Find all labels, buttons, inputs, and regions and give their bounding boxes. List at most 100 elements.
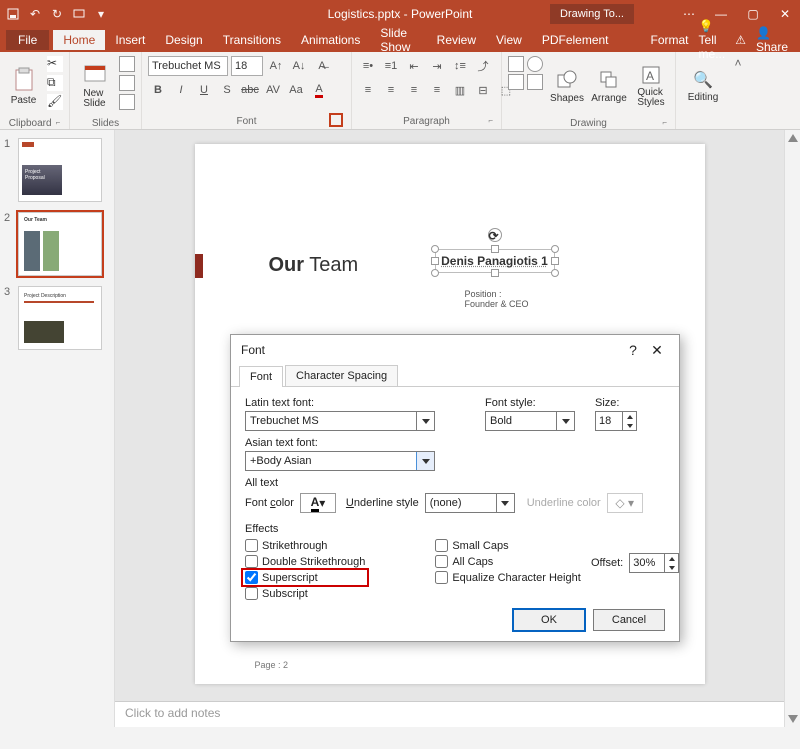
italic-button[interactable]: I	[171, 80, 191, 100]
notes-pane[interactable]: Click to add notes	[115, 701, 784, 727]
columns-icon[interactable]: ▥	[450, 80, 470, 100]
ribbon-display-options-icon[interactable]: ⋯	[680, 7, 698, 21]
latin-font-combo[interactable]: Trebuchet MS	[245, 411, 435, 431]
all-caps-checkbox[interactable]: All Caps	[435, 555, 580, 568]
shape-arrow-icon[interactable]	[527, 74, 543, 90]
dialog-help-button[interactable]: ?	[621, 342, 645, 358]
increase-font-icon[interactable]: A↑	[266, 56, 286, 76]
line-spacing-icon[interactable]: ↕≡	[450, 56, 470, 76]
superscript-checkbox[interactable]: Superscript	[245, 571, 365, 584]
slide-thumbnail-3[interactable]: Project Description	[18, 286, 102, 350]
text-shadow-button[interactable]: S	[217, 80, 237, 100]
resize-handle[interactable]	[431, 245, 439, 253]
arrange-button[interactable]: Arrange	[591, 56, 627, 116]
decrease-indent-icon[interactable]: ⇤	[404, 56, 424, 76]
tab-animations[interactable]: Animations	[291, 30, 370, 50]
ok-button[interactable]: OK	[513, 609, 585, 631]
chevron-down-icon[interactable]	[416, 412, 434, 430]
shape-line-icon[interactable]	[508, 74, 524, 90]
strikethrough-checkbox[interactable]: Strikethrough	[245, 539, 365, 552]
tab-file[interactable]: File	[6, 30, 49, 50]
align-text-icon[interactable]: ⊟	[473, 80, 493, 100]
strikethrough-button[interactable]: abc	[240, 80, 260, 100]
tab-insert[interactable]: Insert	[105, 30, 155, 50]
layout-icon[interactable]	[119, 56, 135, 72]
double-strikethrough-checkbox[interactable]: Double Strikethrough	[245, 555, 365, 568]
cut-icon[interactable]: ✂	[47, 56, 63, 72]
save-icon[interactable]	[6, 7, 20, 21]
chevron-down-icon[interactable]	[496, 494, 514, 512]
slide-thumbnail-1[interactable]: ProjectProposal	[18, 138, 102, 202]
tab-design[interactable]: Design	[155, 30, 212, 50]
format-painter-icon[interactable]: 🖌	[47, 94, 63, 110]
asian-font-combo[interactable]: +Body Asian	[245, 451, 435, 471]
editing-button[interactable]: 🔍Editing	[682, 56, 724, 116]
warning-icon[interactable]: ⚠	[735, 33, 746, 47]
underline-button[interactable]: U	[194, 80, 214, 100]
new-slide-button[interactable]: New Slide	[76, 56, 113, 116]
increase-indent-icon[interactable]: ⇥	[427, 56, 447, 76]
tab-view[interactable]: View	[486, 30, 532, 50]
text-direction-icon[interactable]: ⤴	[473, 56, 493, 76]
reset-icon[interactable]	[119, 75, 135, 91]
tab-transitions[interactable]: Transitions	[213, 30, 291, 50]
small-caps-checkbox[interactable]: Small Caps	[435, 539, 580, 552]
font-dialog-launcher-icon[interactable]	[329, 113, 343, 127]
align-left-icon[interactable]: ≡	[358, 80, 378, 100]
shape-rect-icon[interactable]	[508, 56, 524, 72]
slide-thumbnail-pane[interactable]: 1 ProjectProposal 2 Our Team 3 Project D…	[0, 130, 115, 727]
font-style-combo[interactable]: Bold	[485, 411, 575, 431]
offset-spinner[interactable]: 30%	[629, 553, 679, 573]
tab-review[interactable]: Review	[427, 30, 486, 50]
vertical-scrollbar[interactable]	[784, 130, 800, 727]
underline-style-combo[interactable]: (none)	[425, 493, 515, 513]
resize-handle[interactable]	[431, 269, 439, 277]
decrease-font-icon[interactable]: A↓	[289, 56, 309, 76]
font-name-combo[interactable]: Trebuchet MS	[148, 56, 228, 76]
share-button[interactable]: 👤 Share	[756, 26, 788, 54]
redo-icon[interactable]: ↻	[50, 7, 64, 21]
equalize-height-checkbox[interactable]: Equalize Character Height	[435, 571, 580, 584]
chevron-down-icon[interactable]	[556, 412, 574, 430]
font-size-combo[interactable]: 18	[231, 56, 263, 76]
dialog-close-button[interactable]: ✕	[645, 342, 669, 359]
cancel-button[interactable]: Cancel	[593, 609, 665, 631]
shapes-button[interactable]: Shapes	[549, 56, 585, 116]
tab-character-spacing[interactable]: Character Spacing	[285, 365, 398, 386]
char-spacing-button[interactable]: AV	[263, 80, 283, 100]
bold-button[interactable]: B	[148, 80, 168, 100]
clear-formatting-icon[interactable]: A̶	[312, 56, 332, 76]
resize-handle[interactable]	[551, 257, 559, 265]
selected-text-box[interactable]: Denis Panagiotis 1 ⟳	[435, 249, 555, 273]
font-color-picker[interactable]: A ▾	[300, 493, 336, 513]
rotate-handle-icon[interactable]: ⟳	[488, 228, 502, 242]
copy-icon[interactable]: ⧉	[47, 75, 63, 91]
bullets-icon[interactable]: ≡•	[358, 56, 378, 76]
tab-pdfelement[interactable]: PDFelement	[532, 30, 619, 50]
tab-home[interactable]: Home	[53, 30, 105, 50]
slide-thumbnail-2[interactable]: Our Team	[18, 212, 102, 276]
resize-handle[interactable]	[431, 257, 439, 265]
chevron-down-icon[interactable]	[416, 452, 434, 470]
font-color-button[interactable]: A	[309, 80, 329, 100]
quick-styles-button[interactable]: AQuick Styles	[633, 56, 669, 116]
resize-handle[interactable]	[491, 245, 499, 253]
resize-handle[interactable]	[551, 269, 559, 277]
paste-button[interactable]: Paste	[6, 56, 41, 116]
start-slideshow-icon[interactable]	[72, 7, 86, 21]
tab-font-dialog[interactable]: Font	[239, 366, 283, 387]
section-icon[interactable]	[119, 94, 135, 110]
undo-icon[interactable]: ↶	[28, 7, 42, 21]
qat-customize-icon[interactable]: ▾	[94, 7, 108, 21]
justify-icon[interactable]: ≡	[427, 80, 447, 100]
numbering-icon[interactable]: ≡1	[381, 56, 401, 76]
align-right-icon[interactable]: ≡	[404, 80, 424, 100]
tab-format[interactable]: Format	[641, 30, 699, 50]
resize-handle[interactable]	[551, 245, 559, 253]
shape-oval-icon[interactable]	[527, 56, 543, 72]
subscript-checkbox[interactable]: Subscript	[245, 587, 365, 600]
change-case-button[interactable]: Aa	[286, 80, 306, 100]
font-size-spinner[interactable]: 18	[595, 411, 637, 431]
align-center-icon[interactable]: ≡	[381, 80, 401, 100]
collapse-ribbon-icon[interactable]: ˄	[734, 56, 741, 70]
